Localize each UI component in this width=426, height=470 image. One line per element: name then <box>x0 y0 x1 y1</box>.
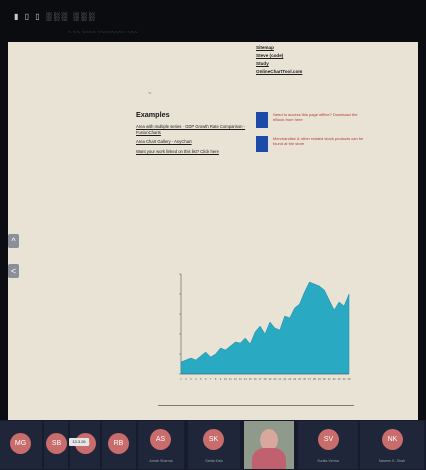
x-tick-label: 19 <box>268 377 271 381</box>
nav-link-sitemap[interactable]: Sitemap <box>256 44 302 52</box>
x-tick-label: 13 <box>239 377 242 381</box>
x-tick-label: 16 <box>254 377 257 381</box>
x-tick-label: 34 <box>343 377 346 381</box>
examples-section: Examples Area with multiple series · GDP… <box>136 110 261 158</box>
x-tick-label: 30 <box>323 377 326 381</box>
x-tick-label: 23 <box>288 377 291 381</box>
shared-web-page: Sitemap Steve (code) Study OnlineChartTo… <box>8 42 418 445</box>
participants-bar: MG SB LB RB AS Arnab Sharma SK Sarita Ka… <box>0 420 426 470</box>
participant-name: Naveen K. Shah <box>378 459 406 463</box>
dash-mark: ~ <box>148 91 152 97</box>
x-tick-label: 29 <box>318 377 321 381</box>
x-tick-label: 8 <box>215 377 217 381</box>
participant-tile[interactable]: RB <box>102 421 136 469</box>
avatar: SV <box>318 429 339 450</box>
x-tick-label: 27 <box>308 377 311 381</box>
participant-tile[interactable]: SV Sunita Verma <box>298 421 358 469</box>
x-tick-label: 35 <box>348 377 351 381</box>
cart-icon <box>256 136 268 152</box>
promo-ebook-text: Need to access this page offline? Downlo… <box>273 112 358 122</box>
x-tick-label: 17 <box>259 377 262 381</box>
address-bar[interactable]: ~ ~~ ~~~~ ~~~~~~~~ ~~~ <box>68 30 138 36</box>
participant-video-tile[interactable] <box>244 421 294 469</box>
participant-tile[interactable]: SB <box>44 421 68 469</box>
example-link-submit[interactable]: Want your work linked on this list? Clic… <box>136 149 261 155</box>
avatar: NK <box>382 429 403 450</box>
participant-name: Arnab Sharma <box>149 459 173 463</box>
x-tick-label: 6 <box>205 377 207 381</box>
x-tick-label: 22 <box>283 377 286 381</box>
book-icon <box>256 112 268 128</box>
avatar: AS <box>150 429 171 450</box>
x-tick-label: 11 <box>229 377 232 381</box>
participant-shoulders <box>252 448 286 469</box>
x-tick-label: 20 <box>273 377 276 381</box>
participant-tile[interactable]: SK Sarita Kalo <box>188 421 240 469</box>
x-tick-label: 2 <box>185 377 187 381</box>
promo-ebook[interactable]: Need to access this page offline? Downlo… <box>256 112 368 128</box>
participant-tile[interactable]: NK Naveen K. Shah <box>360 421 424 469</box>
x-tick-label: 3 <box>190 377 192 381</box>
participant-tile[interactable]: AS Arnab Sharma <box>138 421 184 469</box>
x-tick-label: 26 <box>303 377 306 381</box>
x-tick-label: 33 <box>338 377 341 381</box>
divider-rule <box>158 405 354 406</box>
promo-section: Need to access this page offline? Downlo… <box>256 112 368 160</box>
promo-store-text: Merchandise & other related stock produc… <box>273 136 364 146</box>
avatar: SB <box>46 433 67 454</box>
nav-link-steve-code[interactable]: Steve (code) <box>256 52 302 60</box>
x-tick-label: 1 <box>180 377 182 381</box>
participant-name: Sunita Verma <box>317 459 339 463</box>
chevron-left-icon[interactable]: < <box>8 264 19 278</box>
participant-tile[interactable]: MG <box>0 421 42 469</box>
x-tick-label: 5 <box>200 377 202 381</box>
x-tick-label: 4 <box>195 377 197 381</box>
x-tick-label: 25 <box>298 377 301 381</box>
x-tick-label: 31 <box>328 377 331 381</box>
x-tick-label: 10 <box>224 377 227 381</box>
nav-link-onlinecharttool[interactable]: OnlineChartTool.com <box>256 68 302 76</box>
area-series <box>180 281 350 375</box>
x-tick-label: 12 <box>234 377 237 381</box>
area-chart: 1 2 3 4 5 6 7 8 9 10 11 12 13 14 15 16 17 18 19 20 21 22 23 24 2… <box>179 273 351 381</box>
examples-heading: Examples <box>136 110 170 119</box>
x-tick-label: 18 <box>264 377 267 381</box>
avatar: MG <box>10 433 31 454</box>
chevron-up-icon[interactable]: ^ <box>8 234 19 248</box>
example-link-fusioncharts[interactable]: Area with multiple series · GDP Growth R… <box>136 124 261 135</box>
x-tick-label: 7 <box>210 377 212 381</box>
page-nav-links: Sitemap Steve (code) Study OnlineChartTo… <box>256 44 302 76</box>
avatar: SK <box>203 429 224 450</box>
x-tick-label: 32 <box>333 377 336 381</box>
browser-top-bar: ▮ ▯ ▯ ░░░ ░░░ ~ ~~ ~~~~ ~~~~~~~~ ~~~ <box>0 0 426 42</box>
x-tick-label: 28 <box>313 377 316 381</box>
participant-name: Sarita Kalo <box>205 459 223 463</box>
browser-tabs[interactable]: ▮ ▯ ▯ ░░░ ░░░ <box>14 12 96 21</box>
x-tick-label: 24 <box>293 377 296 381</box>
x-tick-label: 21 <box>278 377 281 381</box>
promo-store[interactable]: Merchandise & other related stock produc… <box>256 136 368 152</box>
hover-tag: 13.3.26 <box>69 438 89 446</box>
x-tick-label: 9 <box>220 377 222 381</box>
avatar: RB <box>108 433 129 454</box>
x-tick-label: 15 <box>249 377 252 381</box>
example-link-anychart[interactable]: Area Chart Gallery - AnyChart <box>136 139 261 145</box>
x-tick-label: 14 <box>244 377 247 381</box>
nav-link-study[interactable]: Study <box>256 60 302 68</box>
